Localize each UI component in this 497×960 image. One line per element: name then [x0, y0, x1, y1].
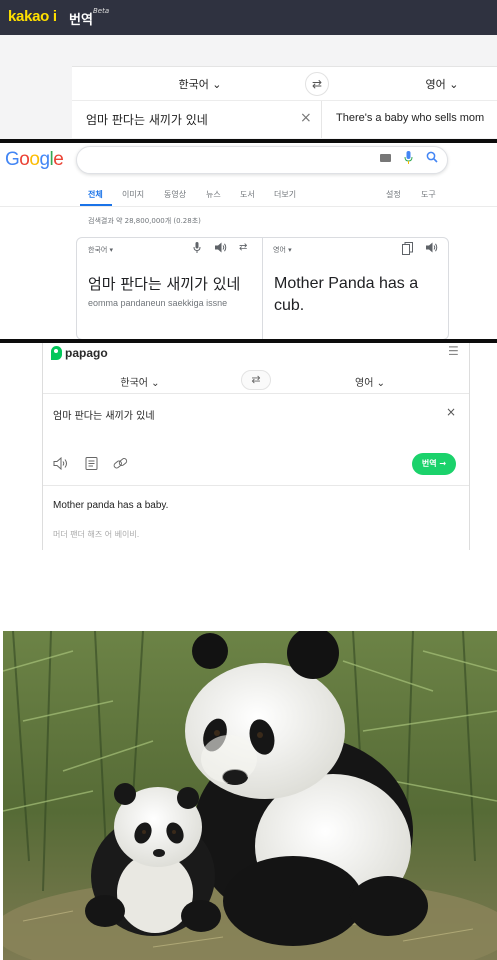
search-icon[interactable]	[426, 151, 438, 166]
google-logo[interactable]: Google	[5, 149, 64, 171]
tab-settings[interactable]: 설정	[386, 189, 401, 200]
papago-translation-output: Mother panda has a baby.	[53, 500, 169, 511]
papago-source-language-select[interactable]: 한국어 ⌄	[110, 374, 170, 389]
kakao-divider	[72, 100, 497, 101]
copy-icon[interactable]	[402, 242, 413, 258]
kakao-logo-subtitle: 번역	[69, 13, 93, 28]
tab-more[interactable]: 더보기	[274, 189, 296, 200]
papago-logo[interactable]: papago	[65, 346, 108, 360]
kakao-source-input[interactable]: 엄마 판다는 새끼가 있네	[86, 111, 208, 128]
keyboard-icon[interactable]	[380, 154, 391, 162]
papago-divider	[43, 485, 469, 486]
translate-card-divider	[262, 238, 263, 339]
papago-logo-icon-dot	[54, 349, 58, 353]
google-logo-letter: o	[29, 149, 40, 170]
google-logo-letter: o	[19, 149, 30, 170]
tabs-divider	[0, 206, 497, 207]
tab-news[interactable]: 뉴스	[206, 189, 221, 200]
google-logo-letter: G	[5, 149, 20, 170]
google-source-text[interactable]: 엄마 판다는 새끼가 있네	[88, 273, 240, 294]
papago-clear-icon[interactable]: ×	[446, 405, 456, 419]
tab-tools[interactable]: 도구	[421, 189, 436, 200]
kakao-source-language-select[interactable]: 한국어 ⌄	[150, 76, 250, 92]
papago-target-language-select[interactable]: 영어 ⌄	[340, 374, 400, 389]
google-target-language-select[interactable]: 영어 ▾	[273, 245, 292, 255]
speaker-icon[interactable]	[426, 242, 438, 256]
papago-divider	[43, 393, 469, 394]
mic-icon[interactable]	[193, 242, 201, 256]
speaker-icon[interactable]	[215, 242, 227, 256]
google-translation-output: Mother Panda has a cub.	[274, 275, 419, 314]
translate-button[interactable]: 번역 →	[412, 453, 456, 475]
panda-photo	[3, 631, 497, 960]
kakao-swap-languages-button[interactable]: ⇄	[305, 72, 329, 96]
papago-source-input[interactable]: 엄마 판다는 새끼가 있네	[53, 407, 155, 422]
tab-videos[interactable]: 동영상	[164, 189, 186, 200]
tab-all[interactable]: 전체	[88, 189, 103, 200]
link-icon[interactable]	[113, 457, 128, 473]
kakao-clear-icon[interactable]: ×	[300, 110, 312, 126]
menu-icon[interactable]: ☰	[448, 344, 459, 358]
kakao-translation-output: There's a baby who sells mom	[336, 112, 485, 124]
papago-pronunciation: 머더 팬더 해즈 어 베이비.	[53, 530, 140, 539]
swap-icon[interactable]: ⇄	[239, 242, 247, 253]
tab-books[interactable]: 도서	[240, 189, 255, 200]
google-transliteration: eomma pandaneun saekkiga issne	[88, 298, 228, 308]
google-logo-letter: g	[39, 149, 50, 170]
google-logo-letter: e	[53, 149, 64, 170]
tab-images[interactable]: 이미지	[122, 189, 144, 200]
kakao-beta-badge: Beta	[93, 7, 110, 15]
speaker-icon[interactable]	[53, 456, 69, 473]
kakao-logo[interactable]: kakao i	[8, 8, 57, 25]
google-source-language-select[interactable]: 한국어 ▾	[88, 245, 113, 255]
dictionary-icon[interactable]	[85, 457, 98, 473]
google-search-input[interactable]	[76, 146, 448, 174]
kakao-divider-vertical	[321, 101, 322, 138]
kakao-target-language-select[interactable]: 영어 ⌄	[402, 76, 482, 92]
papago-swap-languages-button[interactable]: ⇄	[241, 370, 271, 390]
mic-icon[interactable]	[404, 151, 413, 167]
result-stats: 검색결과 약 28,800,000개 (0.28초)	[88, 217, 201, 225]
